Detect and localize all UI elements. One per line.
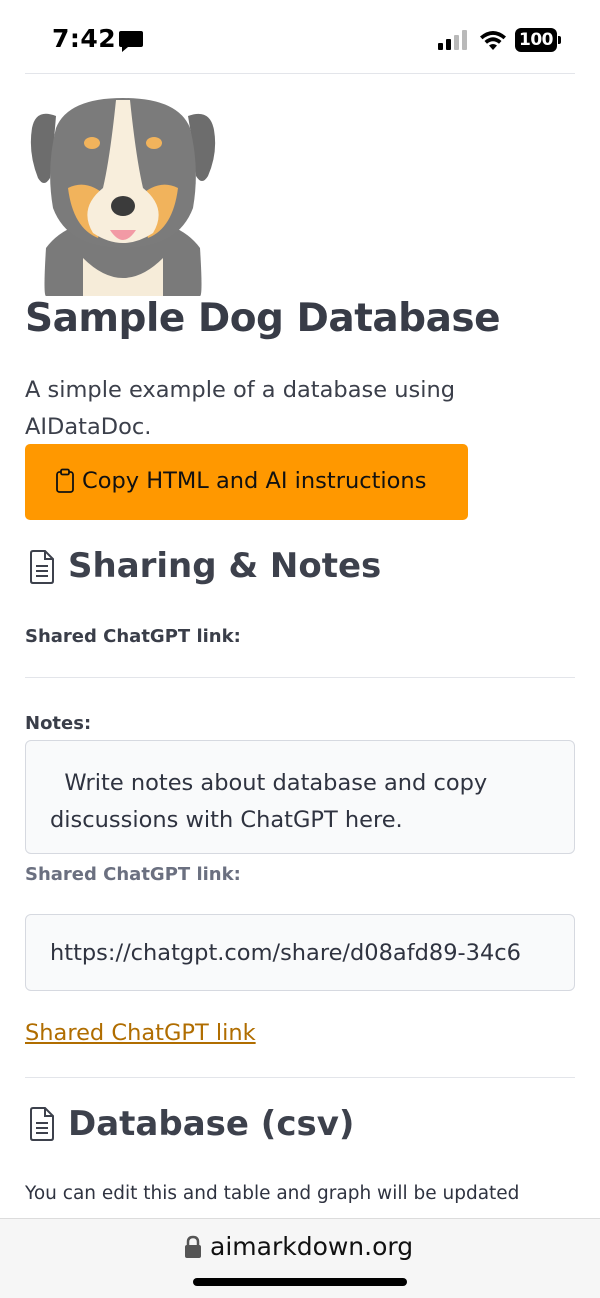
section-divider-2 bbox=[25, 1077, 575, 1078]
lock-icon bbox=[185, 1235, 201, 1258]
copy-button-label: Copy HTML and AI instructions bbox=[82, 468, 427, 494]
cellular-signal-icon bbox=[438, 30, 467, 50]
section-title-sharing: Sharing & Notes bbox=[68, 546, 382, 586]
home-indicator[interactable] bbox=[193, 1278, 407, 1286]
section-title-database: Database (csv) bbox=[68, 1104, 355, 1144]
browser-url[interactable]: aimarkdown.org bbox=[210, 1232, 413, 1261]
wifi-icon bbox=[480, 31, 506, 50]
shared-link-label: Shared ChatGPT link: bbox=[25, 626, 241, 647]
notes-text: Write notes about database and copy disc… bbox=[50, 770, 495, 833]
battery-icon: 100 bbox=[515, 28, 561, 52]
copy-html-button[interactable]: Copy HTML and AI instructions bbox=[25, 444, 468, 520]
shared-link-input[interactable]: https://chatgpt.com/share/d08afd89-34c6 bbox=[25, 914, 575, 991]
status-time: 7:42 bbox=[52, 24, 117, 53]
page-title: Sample Dog Database bbox=[25, 296, 501, 341]
status-bar: 7:42 100 bbox=[0, 0, 600, 74]
shared-link-value: https://chatgpt.com/share/d08afd89-34c6 bbox=[50, 940, 521, 966]
document-icon bbox=[30, 1107, 54, 1141]
document-icon bbox=[30, 550, 54, 584]
header-divider bbox=[25, 73, 575, 74]
section-divider bbox=[25, 677, 575, 678]
database-description: You can edit this and table and graph wi… bbox=[25, 1183, 520, 1204]
clipboard-icon bbox=[56, 468, 74, 493]
dog-logo-icon bbox=[30, 98, 216, 296]
link-field-label: Shared ChatGPT link: bbox=[25, 864, 241, 885]
shared-chatgpt-link[interactable]: Shared ChatGPT link bbox=[25, 1020, 256, 1046]
message-icon bbox=[119, 31, 143, 52]
intro-text: A simple example of a database using AID… bbox=[25, 377, 455, 440]
notes-label: Notes: bbox=[25, 713, 92, 734]
notes-textarea[interactable]: Write notes about database and copy disc… bbox=[25, 740, 575, 854]
battery-level: 100 bbox=[519, 30, 554, 50]
